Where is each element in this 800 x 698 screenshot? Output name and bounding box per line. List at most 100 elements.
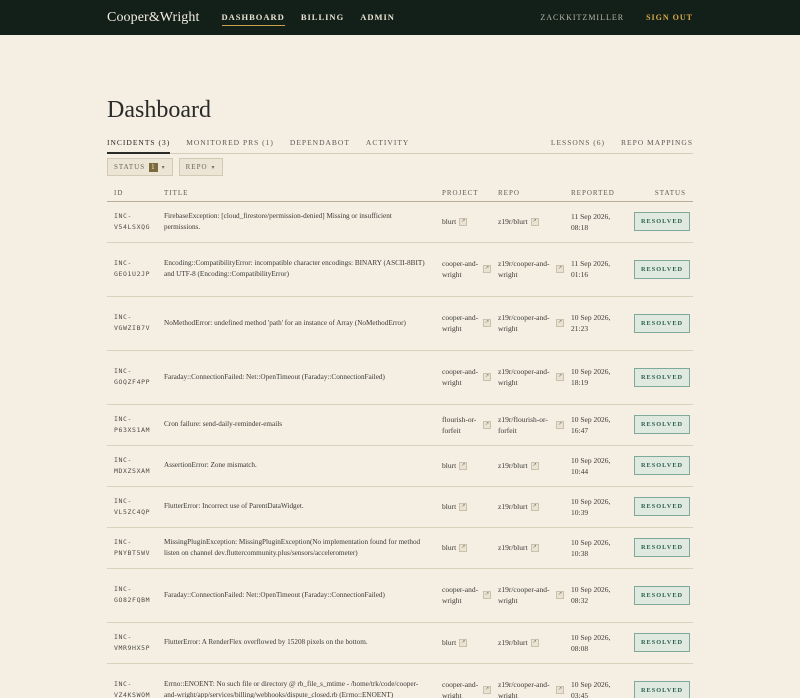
project-name[interactable]: blurt [442, 637, 456, 648]
external-link-icon[interactable]: ↗ [556, 319, 564, 327]
table-row[interactable]: INC- P63XS1AM Cron failure: send-daily-rem… [107, 404, 693, 446]
table-row[interactable]: INC- PNYBT5WV MissingPluginException: Miss… [107, 527, 693, 569]
external-link-icon[interactable]: ↗ [530, 502, 539, 511]
external-link-icon[interactable]: ↗ [459, 543, 468, 552]
tab-activity[interactable]: ACTIVITY [366, 133, 409, 154]
external-link-icon[interactable]: ↗ [556, 591, 564, 599]
incident-title[interactable]: Errno::ENOENT: No such file or directory… [157, 663, 435, 698]
incident-id[interactable]: INC- VGWZIB7V [107, 296, 157, 351]
repo-name[interactable]: z19r/cooper-and-wright [498, 312, 553, 334]
nav-admin[interactable]: ADMIN [360, 9, 395, 26]
tab-monitored-prs[interactable]: MONITORED PRS (1) [186, 133, 274, 154]
external-link-icon[interactable]: ↗ [459, 638, 468, 647]
repo-name[interactable]: z19r/cooper-and-wright [498, 366, 553, 388]
col-status[interactable]: STATUS [627, 185, 693, 202]
tab-lessons[interactable]: LESSONS (6) [551, 133, 605, 154]
repo-name[interactable]: z19r/cooper-and-wright [498, 584, 553, 606]
external-link-icon[interactable]: ↗ [483, 591, 491, 599]
incident-title[interactable]: NoMethodError: undefined method 'path' f… [157, 296, 435, 351]
repo-name[interactable]: z19r/blurt [498, 501, 528, 512]
incident-id[interactable]: INC- MDXZSXAM [107, 445, 157, 487]
incident-id[interactable]: INC- VZ4KSWOM [107, 663, 157, 698]
tab-dependabot[interactable]: DEPENDABOT [290, 133, 350, 154]
incident-id[interactable]: INC- GEO1U2JP [107, 242, 157, 297]
project-name[interactable]: blurt [442, 501, 456, 512]
col-reported[interactable]: REPORTED [564, 185, 627, 202]
reported-cell: 10 Sep 2026, 08:32 [564, 568, 627, 623]
incident-id[interactable]: INC- GOQZF4PP [107, 350, 157, 405]
status-badge: RESOLVED [634, 313, 691, 333]
table-row[interactable]: INC- MDXZSXAM AssertionError: Zone mismatc… [107, 445, 693, 487]
project-name[interactable]: blurt [442, 542, 456, 553]
external-link-icon[interactable]: ↗ [530, 217, 539, 226]
sign-out-link[interactable]: SIGN OUT [646, 13, 693, 22]
table-row[interactable]: INC- V54LSXQG FirebaseException: [cloud_fi… [107, 201, 693, 243]
tab-repo-mappings[interactable]: REPO MAPPINGS [621, 133, 693, 154]
col-title[interactable]: TITLE [157, 185, 435, 202]
project-name[interactable]: blurt [442, 460, 456, 471]
col-project[interactable]: PROJECT [435, 185, 491, 202]
incident-title[interactable]: Faraday::ConnectionFailed: Net::OpenTime… [157, 350, 435, 405]
table-row[interactable]: INC- VGWZIB7V NoMethodError: undefined met… [107, 296, 693, 351]
table-row[interactable]: INC- GOQZF4PP Faraday::ConnectionFailed: N… [107, 350, 693, 405]
incident-id[interactable]: INC- VMR9HX5P [107, 622, 157, 664]
external-link-icon[interactable]: ↗ [459, 217, 468, 226]
incident-title[interactable]: Faraday::ConnectionFailed: Net::OpenTime… [157, 568, 435, 623]
external-link-icon[interactable]: ↗ [483, 420, 491, 429]
repo-filter[interactable]: REPO ▾ [178, 158, 223, 176]
incident-id[interactable]: INC- PNYBT5WV [107, 527, 157, 569]
external-link-icon[interactable]: ↗ [459, 461, 468, 470]
table-row[interactable]: INC- VZ4KSWOM Errno::ENOENT: No such file … [107, 663, 693, 698]
project-name[interactable]: cooper-and-wright [442, 366, 480, 388]
table-row[interactable]: INC- GEO1U2JP Encoding::CompatibilityError… [107, 242, 693, 297]
external-link-icon[interactable]: ↗ [530, 638, 539, 647]
table-row[interactable]: INC- VL5ZC4QP FlutterError: Incorrect use … [107, 486, 693, 528]
project-name[interactable]: blurt [442, 216, 456, 227]
external-link-icon[interactable]: ↗ [483, 373, 491, 381]
incident-title[interactable]: Cron failure: send-daily-reminder-emails [157, 404, 435, 446]
project-cell: blurt ↗ [435, 445, 491, 487]
repo-name[interactable]: z19r/cooper-and-wright [498, 679, 553, 698]
table-row[interactable]: INC- VMR9HX5P FlutterError: A RenderFlex o… [107, 622, 693, 664]
project-name[interactable]: cooper-and-wright [442, 258, 480, 280]
external-link-icon[interactable]: ↗ [556, 265, 564, 273]
project-name[interactable]: cooper-and-wright [442, 312, 480, 334]
incident-title[interactable]: AssertionError: Zone mismatch. [157, 445, 435, 487]
incident-id[interactable]: INC- P63XS1AM [107, 404, 157, 446]
brand-logo[interactable]: Cooper&Wright [107, 10, 200, 26]
incident-id[interactable]: INC- GO82FQBM [107, 568, 157, 623]
external-link-icon[interactable]: ↗ [530, 461, 539, 470]
project-name[interactable]: flourish-or-forfeit [442, 414, 480, 436]
reported-time: 10:39 [571, 507, 589, 517]
incident-title[interactable]: MissingPluginException: MissingPluginExc… [157, 527, 435, 569]
incident-title[interactable]: Encoding::CompatibilityError: incompatib… [157, 242, 435, 297]
external-link-icon[interactable]: ↗ [556, 373, 564, 381]
project-name[interactable]: cooper-and-wright [442, 679, 480, 698]
external-link-icon[interactable]: ↗ [556, 686, 564, 694]
incident-title[interactable]: FlutterError: A RenderFlex overflowed by… [157, 622, 435, 664]
external-link-icon[interactable]: ↗ [483, 686, 491, 694]
repo-name[interactable]: z19r/blurt [498, 637, 528, 648]
repo-name[interactable]: z19r/blurt [498, 216, 528, 227]
external-link-icon[interactable]: ↗ [459, 502, 468, 511]
tab-incidents[interactable]: INCIDENTS (3) [107, 133, 171, 154]
table-row[interactable]: INC- GO82FQBM Faraday::ConnectionFailed: N… [107, 568, 693, 623]
external-link-icon[interactable]: ↗ [483, 319, 491, 327]
repo-name[interactable]: z19r/blurt [498, 460, 528, 471]
status-filter[interactable]: STATUS 1 ▾ [107, 158, 173, 176]
col-repo[interactable]: REPO [491, 185, 564, 202]
incident-title[interactable]: FlutterError: Incorrect use of ParentDat… [157, 486, 435, 528]
incident-id[interactable]: INC- V54LSXQG [107, 201, 157, 243]
repo-name[interactable]: z19r/cooper-and-wright [498, 258, 553, 280]
nav-billing[interactable]: BILLING [301, 9, 344, 26]
incident-id[interactable]: INC- VL5ZC4QP [107, 486, 157, 528]
nav-dashboard[interactable]: DASHBOARD [221, 9, 285, 26]
repo-name[interactable]: z19r/flourish-or-forfeit [498, 414, 553, 436]
external-link-icon[interactable]: ↗ [556, 420, 564, 429]
incident-title[interactable]: FirebaseException: [cloud_firestore/perm… [157, 201, 435, 243]
repo-name[interactable]: z19r/blurt [498, 542, 528, 553]
external-link-icon[interactable]: ↗ [483, 265, 491, 273]
external-link-icon[interactable]: ↗ [530, 543, 539, 552]
col-id[interactable]: ID [107, 185, 157, 202]
project-name[interactable]: cooper-and-wright [442, 584, 480, 606]
